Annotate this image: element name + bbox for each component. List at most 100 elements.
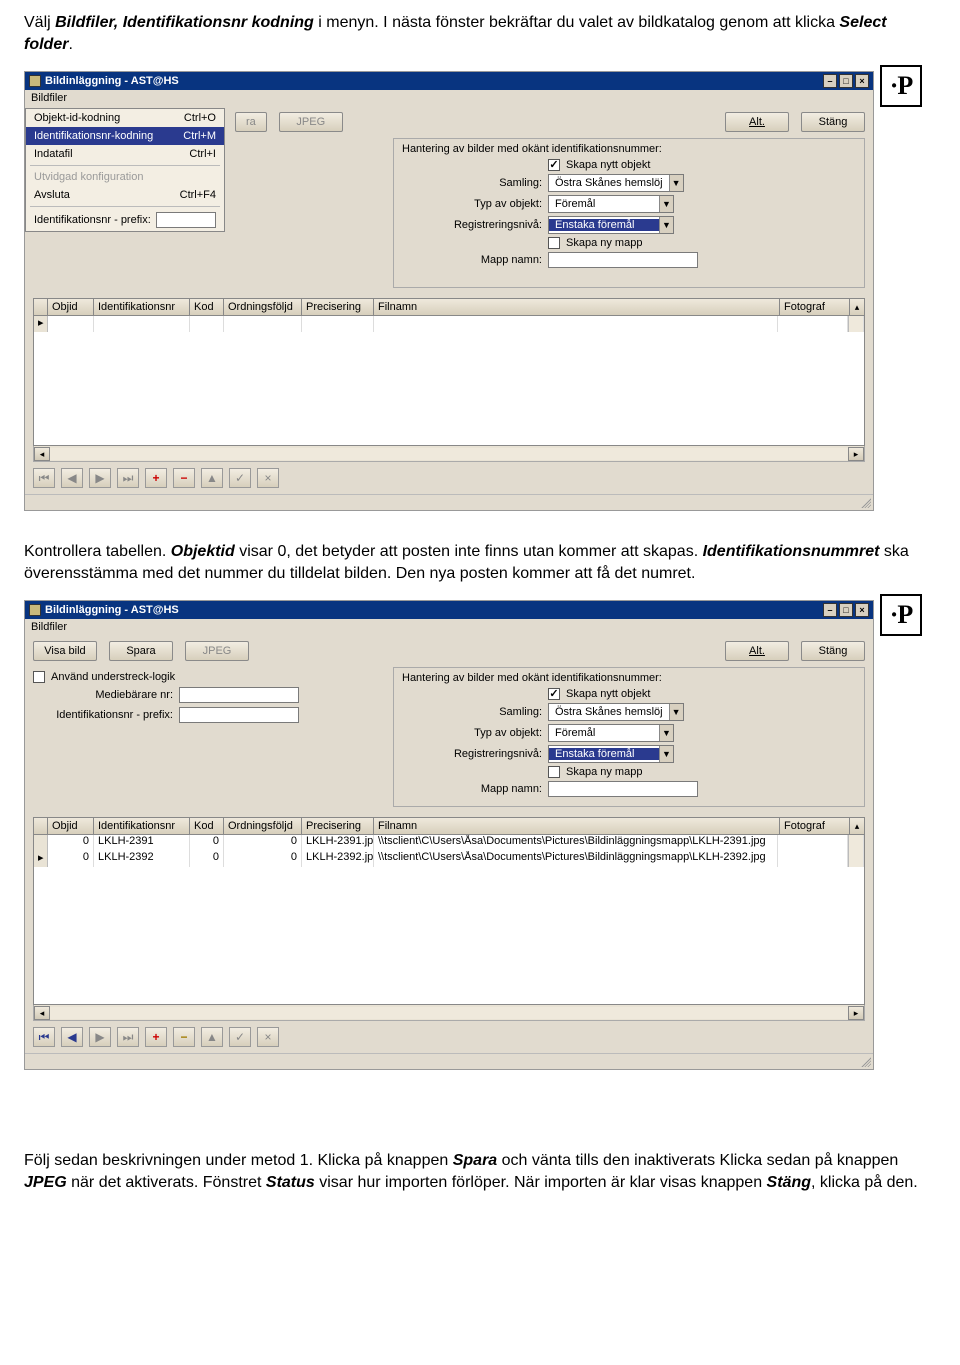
menu-objekt-id-kodning[interactable]: Objekt-id-kodningCtrl+O (26, 109, 224, 127)
nav-last[interactable]: ⏭ (117, 468, 139, 488)
nav-post[interactable]: ✓ (229, 1027, 251, 1047)
alt-button[interactable]: Alt. (725, 112, 789, 132)
grid-corner (33, 817, 47, 835)
mediebarare-label: Mediebärare nr: (33, 689, 173, 701)
nav-cancel[interactable]: × (257, 468, 279, 488)
col-fotograf[interactable]: Fotograf (779, 817, 849, 835)
horizontal-scrollbar[interactable]: ◂ ▸ (33, 446, 865, 462)
reg-combo[interactable]: Enstaka föremål▼ (548, 216, 674, 234)
menubar[interactable]: Bildfiler (25, 619, 873, 635)
nav-next[interactable]: ▶ (89, 468, 111, 488)
menu-prefix-row: Identifikationsnr - prefix: (26, 209, 224, 231)
chevron-down-icon: ▼ (659, 746, 673, 762)
maximize-button[interactable]: □ (839, 603, 853, 617)
table-row[interactable]: ▸ 0 LKLH-2392 0 0 LKLH-2392.jpg \\tsclie… (34, 851, 864, 867)
jpeg-button[interactable]: JPEG (185, 641, 249, 661)
skapa-nytt-objekt-checkbox[interactable] (548, 688, 560, 700)
skapa-nytt-objekt-label: Skapa nytt objekt (566, 159, 650, 171)
panel-heading: Hantering av bilder med okänt identifika… (402, 672, 856, 684)
samling-combo[interactable]: Östra Skånes hemslöj▼ (548, 703, 684, 721)
menubar[interactable]: Bildfiler (25, 90, 873, 106)
col-ordningsfoljd[interactable]: Ordningsföljd (223, 817, 301, 835)
col-precisering[interactable]: Precisering (301, 298, 373, 316)
menu-avsluta[interactable]: AvslutaCtrl+F4 (26, 186, 224, 204)
resize-grip-icon[interactable] (859, 496, 871, 508)
record-navigator: ⏮ ◀ ▶ ⏭ + − ▲ ✓ × (25, 462, 873, 494)
app-icon (29, 604, 41, 616)
nav-prev[interactable]: ◀ (61, 1027, 83, 1047)
scroll-right-button[interactable]: ▸ (848, 447, 864, 461)
nav-first[interactable]: ⏮ (33, 468, 55, 488)
jpeg-button[interactable]: JPEG (279, 112, 343, 132)
scroll-left-button[interactable]: ◂ (34, 447, 50, 461)
stang-button[interactable]: Stäng (801, 112, 865, 132)
chevron-down-icon: ▼ (659, 725, 673, 741)
maximize-button[interactable]: □ (839, 74, 853, 88)
nav-add[interactable]: + (145, 1027, 167, 1047)
mapp-namn-label: Mapp namn: (402, 783, 542, 795)
understreck-checkbox[interactable] (33, 671, 45, 683)
typ-label: Typ av objekt: (402, 198, 542, 210)
skapa-nytt-objekt-checkbox[interactable] (548, 159, 560, 171)
nav-last[interactable]: ⏭ (117, 1027, 139, 1047)
close-button[interactable]: × (855, 74, 869, 88)
typ-combo[interactable]: Föremål▼ (548, 724, 674, 742)
window-titlebar: Bildinläggning - AST@HS – □ × (25, 72, 873, 90)
bildfiler-menu: Objekt-id-kodningCtrl+O Identifikationsn… (25, 108, 225, 232)
col-ordningsfoljd[interactable]: Ordningsföljd (223, 298, 301, 316)
nav-prev[interactable]: ◀ (61, 468, 83, 488)
col-fotograf[interactable]: Fotograf (779, 298, 849, 316)
col-identifikationsnr[interactable]: Identifikationsnr (93, 298, 189, 316)
table-row[interactable]: ▸ (34, 316, 864, 332)
typ-label: Typ av objekt: (402, 727, 542, 739)
prefix-input-s1[interactable] (156, 212, 216, 228)
close-button[interactable]: × (855, 603, 869, 617)
col-filnamn[interactable]: Filnamn (373, 298, 779, 316)
nav-post[interactable]: ✓ (229, 468, 251, 488)
visa-bild-button[interactable]: Visa bild (33, 641, 97, 661)
reg-combo[interactable]: Enstaka föremål▼ (548, 745, 674, 763)
chevron-down-icon: ▼ (669, 704, 683, 720)
scroll-right-button[interactable]: ▸ (848, 1006, 864, 1020)
menu-identifikationsnr-kodning[interactable]: Identifikationsnr-kodningCtrl+M (26, 127, 224, 145)
samling-combo[interactable]: Östra Skånes hemslöj▼ (548, 174, 684, 192)
horizontal-scrollbar[interactable]: ◂ ▸ (33, 1005, 865, 1021)
prefix-input[interactable] (179, 707, 299, 723)
doc-paragraph-1: Välj Bildfiler, Identifikationsnr kodnin… (24, 12, 936, 55)
mapp-namn-input[interactable] (548, 781, 698, 797)
spara-button[interactable]: Spara (109, 641, 173, 661)
mapp-namn-input[interactable] (548, 252, 698, 268)
scroll-up-button[interactable]: ▴ (849, 817, 865, 835)
scroll-up-button[interactable]: ▴ (849, 298, 865, 316)
resize-grip-icon[interactable] (859, 1055, 871, 1067)
col-filnamn[interactable]: Filnamn (373, 817, 779, 835)
nav-add[interactable]: + (145, 468, 167, 488)
nav-edit[interactable]: ▲ (201, 468, 223, 488)
table-row[interactable]: 0 LKLH-2391 0 0 LKLH-2391.jpg \\tsclient… (34, 835, 864, 851)
menu-indatafil[interactable]: IndatafilCtrl+I (26, 145, 224, 163)
nav-next[interactable]: ▶ (89, 1027, 111, 1047)
col-identifikationsnr[interactable]: Identifikationsnr (93, 817, 189, 835)
reg-label: Registreringsnivå: (402, 748, 542, 760)
col-precisering[interactable]: Precisering (301, 817, 373, 835)
scroll-left-button[interactable]: ◂ (34, 1006, 50, 1020)
minimize-button[interactable]: – (823, 74, 837, 88)
col-kod[interactable]: Kod (189, 298, 223, 316)
mediebarare-input[interactable] (179, 687, 299, 703)
skapa-ny-mapp-checkbox[interactable] (548, 766, 560, 778)
minimize-button[interactable]: – (823, 603, 837, 617)
nav-cancel[interactable]: × (257, 1027, 279, 1047)
col-objid[interactable]: Objid (47, 817, 93, 835)
skapa-ny-mapp-label: Skapa ny mapp (566, 237, 642, 249)
nav-delete[interactable]: − (173, 468, 195, 488)
left-panel: Använd understreck-logik Mediebärare nr:… (33, 667, 393, 807)
nav-edit[interactable]: ▲ (201, 1027, 223, 1047)
alt-button[interactable]: Alt. (725, 641, 789, 661)
nav-first[interactable]: ⏮ (33, 1027, 55, 1047)
typ-combo[interactable]: Föremål▼ (548, 195, 674, 213)
stang-button[interactable]: Stäng (801, 641, 865, 661)
col-kod[interactable]: Kod (189, 817, 223, 835)
skapa-ny-mapp-checkbox[interactable] (548, 237, 560, 249)
col-objid[interactable]: Objid (47, 298, 93, 316)
nav-delete[interactable]: − (173, 1027, 195, 1047)
